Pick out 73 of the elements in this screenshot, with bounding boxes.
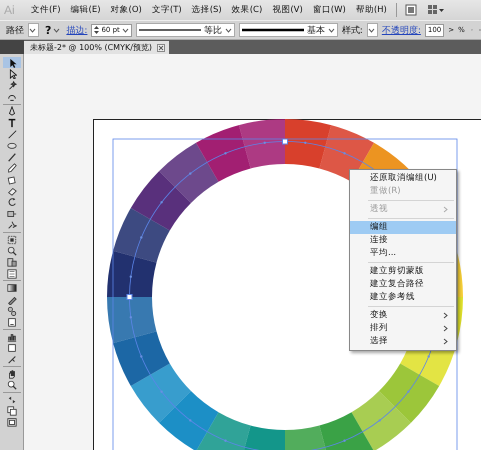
- menu-item[interactable]: 文件(F): [26, 4, 66, 16]
- menu-item[interactable]: 视图(V): [267, 4, 308, 16]
- stroke-color-dropdown[interactable]: ?: [43, 23, 62, 37]
- stroke-preview-icon: [242, 27, 304, 33]
- eraser-icon: [6, 186, 16, 196]
- fill-dropdown[interactable]: [28, 23, 39, 37]
- context-menu-item[interactable]: 建立复合路径: [350, 278, 456, 291]
- context-menu-item[interactable]: 平均...: [350, 247, 456, 260]
- context-menu-item[interactable]: 排列: [350, 322, 456, 335]
- tool-button[interactable]: [2, 57, 20, 68]
- page-icon: [6, 317, 16, 328]
- blocks-icon: [6, 257, 16, 268]
- eyedropper-icon: [6, 294, 16, 304]
- variable-width-dropdown[interactable]: 等比: [136, 23, 235, 37]
- menu-item[interactable]: 对象(O): [106, 4, 147, 16]
- menu-item[interactable]: 选择(S): [186, 4, 227, 16]
- mesh-icon: [6, 268, 16, 279]
- caret-icon: [224, 28, 232, 32]
- menu-item[interactable]: 效果(C): [226, 4, 268, 16]
- context-menu-item[interactable]: 建立剪切蒙版: [350, 265, 456, 278]
- brush-dropdown[interactable]: 基本: [238, 23, 338, 37]
- type-icon: [6, 118, 16, 128]
- caret-icon: [368, 28, 375, 32]
- warp-icon: [6, 220, 16, 230]
- menu-item[interactable]: 窗口(W): [308, 4, 351, 16]
- arrange-documents-icon[interactable]: [426, 4, 445, 16]
- menu-item[interactable]: 编辑(E): [66, 4, 106, 16]
- context-menu-item[interactable]: 还原取消编组(U): [350, 172, 456, 185]
- frame-icon: [6, 417, 16, 428]
- menu-item[interactable]: 文字(T): [146, 4, 187, 16]
- gradient-icon: [6, 283, 16, 294]
- magnifier-icon: [6, 246, 16, 256]
- brush-label: 基本: [306, 24, 325, 36]
- caret-icon: [328, 28, 335, 32]
- caret-icon: [29, 28, 36, 32]
- context-menu-item[interactable]: 连接: [350, 234, 456, 247]
- bar-chart-icon: [6, 332, 16, 342]
- context-menu-item[interactable]: 变换: [350, 309, 456, 322]
- brush-icon: [6, 152, 16, 162]
- style-label: 样式:: [342, 24, 363, 36]
- context-menu-item[interactable]: 建立参考线: [350, 291, 456, 304]
- circles-icon: [6, 306, 16, 316]
- stroke-link[interactable]: 描边:: [66, 24, 88, 36]
- caret-icon: [53, 28, 60, 32]
- marquee-icon: [6, 234, 16, 245]
- overlap-squares-icon: [6, 406, 16, 416]
- ellipse-icon: [6, 140, 16, 150]
- panel-grip-icon: [0, 40, 24, 54]
- spinner-icon[interactable]: [94, 26, 100, 34]
- opacity-link[interactable]: 不透明度:: [382, 24, 421, 36]
- question-mark: ?: [45, 24, 52, 36]
- pencil-icon: [6, 163, 16, 174]
- context-menu-item[interactable]: 编组: [350, 221, 456, 234]
- profile-label: 等比: [204, 24, 222, 36]
- swap-icon: [6, 394, 16, 405]
- style-dropdown[interactable]: [366, 23, 378, 37]
- wand-icon: [6, 80, 16, 90]
- document-title: 未标题-2* @ 100% (CMYK/预览): [30, 42, 152, 53]
- close-icon[interactable]: [157, 44, 166, 52]
- menu-item[interactable]: 帮助(H): [350, 4, 392, 16]
- scale-icon: [6, 208, 16, 219]
- document-tab[interactable]: 未标题-2* @ 100% (CMYK/预览): [24, 41, 170, 54]
- rotate-icon: [6, 197, 16, 208]
- caret-icon: [122, 28, 129, 32]
- zoom-icon: [6, 380, 16, 390]
- pen-nib-icon: [6, 106, 16, 116]
- hand-icon: [6, 368, 16, 379]
- stroke-preview-icon: [138, 27, 201, 33]
- square-icon: [6, 343, 16, 354]
- selection-label: 路径: [6, 24, 24, 36]
- slice-icon: [6, 354, 16, 364]
- context-menu-item[interactable]: 选择: [350, 335, 456, 348]
- line-icon: [6, 129, 16, 140]
